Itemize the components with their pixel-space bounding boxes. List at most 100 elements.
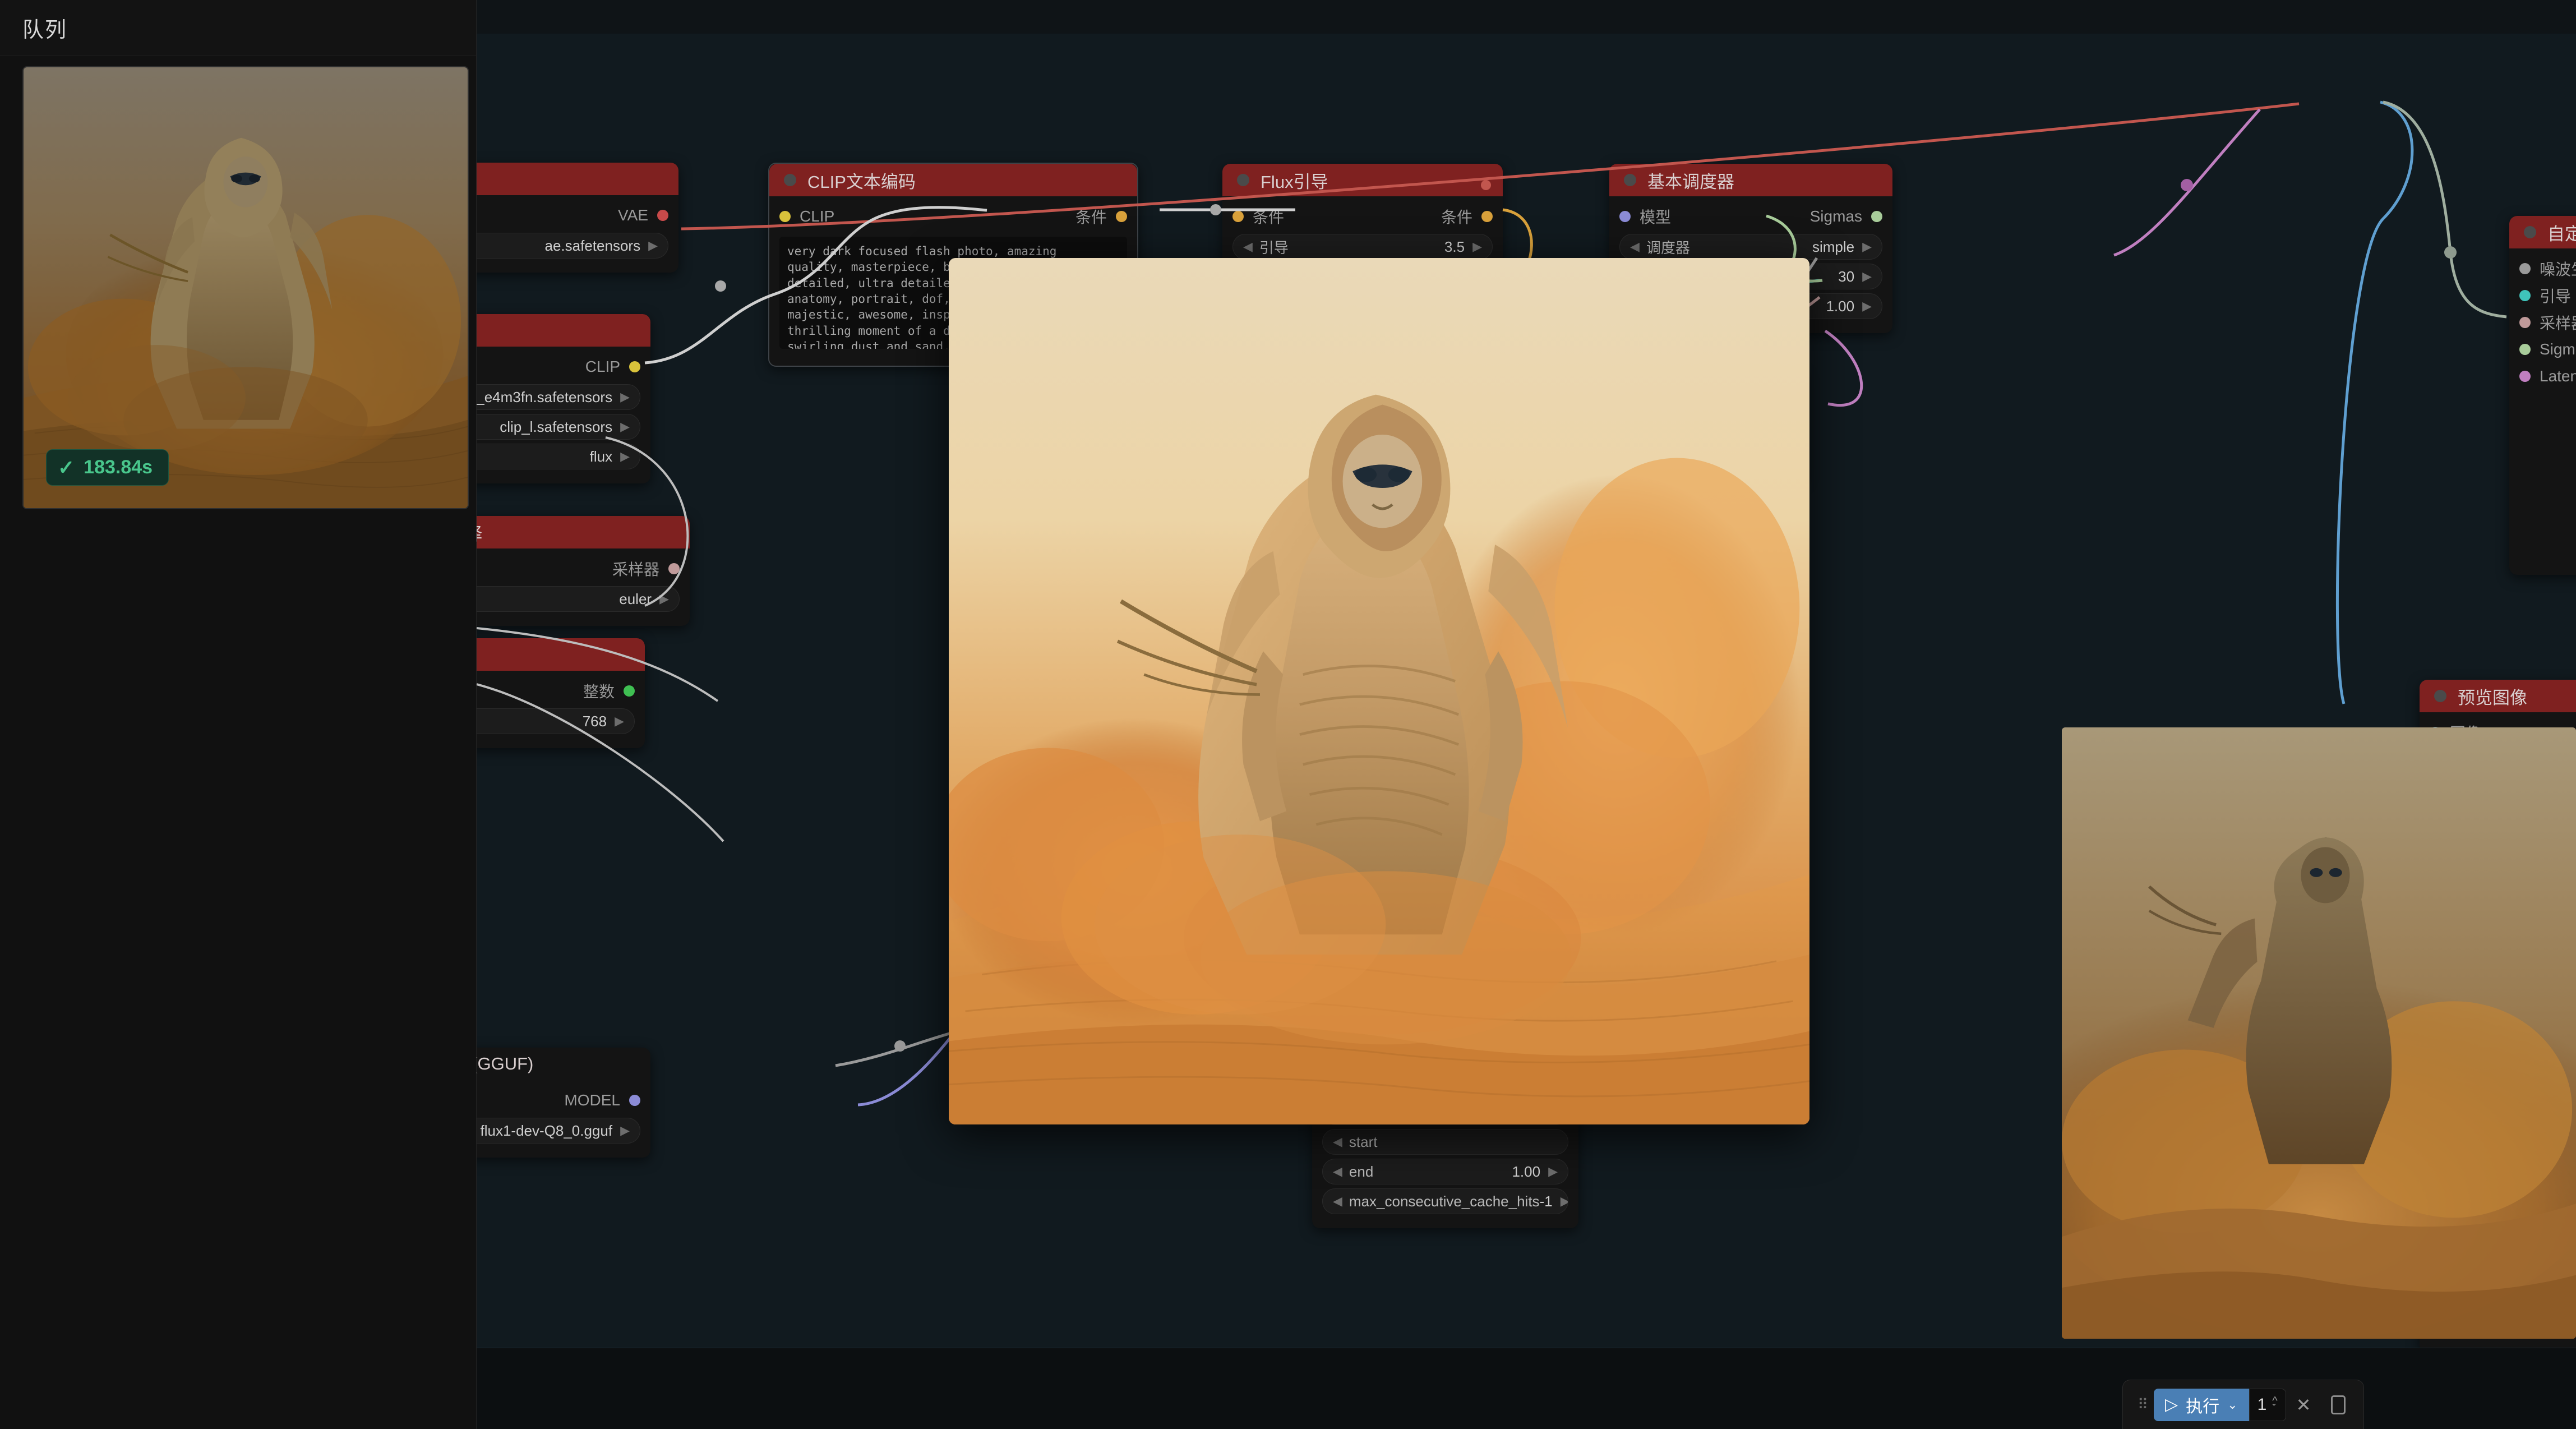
node-header[interactable]: 自定义采样器（高级） — [2509, 216, 2576, 248]
widget-end[interactable]: ◀ end 1.00 ▶ — [1322, 1159, 1568, 1184]
port-dot[interactable] — [624, 685, 635, 697]
chevron-right-icon[interactable]: ▶ — [1561, 1194, 1568, 1209]
widget-value: ae.safetensors — [544, 237, 641, 254]
chevron-right-icon[interactable]: ▶ — [615, 714, 624, 729]
chevron-right-icon[interactable]: ▶ — [620, 390, 630, 404]
port-dot[interactable] — [779, 211, 791, 222]
collapse-dot-icon[interactable] — [2434, 690, 2446, 702]
collapse-dot-icon[interactable] — [1237, 174, 1249, 186]
node-header[interactable]: Flux引导 — [1222, 164, 1503, 196]
stop-icon[interactable] — [2331, 1395, 2346, 1414]
port-dot[interactable] — [629, 361, 640, 372]
slot-label: 条件 — [1441, 209, 1472, 226]
widget-value: flux — [589, 448, 613, 465]
play-icon: ▷ — [2165, 1395, 2178, 1414]
queue-item-card[interactable]: ✓ 183.84s — [22, 66, 469, 509]
widget-value: simple — [1812, 238, 1855, 255]
drag-grip-icon[interactable]: ⠿ — [2131, 1397, 2154, 1412]
slot-label: Latent — [2540, 367, 2576, 385]
queue-sidebar: 队列 ✓ 183.84s — [0, 0, 477, 1429]
slot-label: 采样器 — [2540, 315, 2576, 332]
io-slot-row[interactable]: 引导 降噪输出 — [2509, 282, 2576, 309]
input-slot[interactable]: 采样器 — [2509, 309, 2576, 336]
widget-scheduler[interactable]: ◀ 调度器 simple ▶ — [1619, 234, 1882, 260]
io-slot-row[interactable]: CLIP 条件 — [769, 203, 1137, 230]
widget-max-consecutive-cache-hits[interactable]: ◀ max_consecutive_cache_hits -1 ▶ — [1322, 1188, 1568, 1214]
chevron-right-icon[interactable]: ▶ — [1862, 269, 1872, 284]
port-dot[interactable] — [2519, 317, 2531, 328]
chevron-left-icon[interactable]: ◀ — [1333, 1194, 1342, 1209]
node-title: 自定义采样器（高级） — [2547, 224, 2576, 244]
widget-label: 引导 — [1259, 239, 1289, 256]
chevron-right-icon[interactable]: ▶ — [620, 449, 630, 464]
node-header[interactable]: 基本调度器 — [1609, 164, 1892, 196]
port-dot[interactable] — [2519, 344, 2531, 355]
port-dot[interactable] — [629, 1095, 640, 1106]
port-dot[interactable] — [2519, 371, 2531, 382]
batch-count-stepper[interactable]: 1 ^ ˇ — [2249, 1388, 2286, 1421]
port-dot[interactable] — [668, 563, 680, 574]
chevron-right-icon[interactable]: ▶ — [1862, 239, 1872, 254]
widget-value: -1 — [1539, 1192, 1553, 1210]
slot-label: 条件 — [1075, 209, 1107, 226]
widget-label: end — [1349, 1163, 1374, 1180]
clear-queue-icon[interactable]: ✕ — [2286, 1394, 2321, 1416]
stepper-down-icon[interactable]: ˇ — [2272, 1403, 2277, 1414]
port-dot[interactable] — [1116, 211, 1127, 222]
widget-guidance[interactable]: ◀ 引导 3.5 ▶ — [1232, 234, 1493, 260]
stepper-arrows-icon[interactable]: ^ ˇ — [2272, 1395, 2277, 1414]
io-slot-row[interactable]: 条件 条件 — [1222, 203, 1503, 230]
widget-value: 768 — [582, 712, 607, 730]
port-dot[interactable] — [1232, 211, 1244, 222]
io-slot-row[interactable]: 噪波生成 输出 — [2509, 255, 2576, 282]
node-header[interactable]: 预览图像 — [2420, 680, 2576, 712]
queue-item-thumbnail[interactable] — [24, 67, 468, 508]
slot-label: 噪波生成 — [2540, 261, 2576, 278]
input-slot[interactable]: Sigmas — [2509, 336, 2576, 363]
chevron-right-icon[interactable]: ▶ — [1862, 299, 1872, 314]
port-dot[interactable] — [657, 210, 668, 221]
chevron-right-icon[interactable]: ▶ — [620, 1123, 630, 1138]
collapse-dot-icon[interactable] — [2524, 226, 2536, 238]
run-button[interactable]: ▷ 执行 ⌄ — [2154, 1388, 2249, 1421]
widget-value: 30 — [1838, 268, 1855, 285]
io-slot-row[interactable]: 模型 Sigmas — [1609, 203, 1892, 230]
collapse-dot-icon[interactable] — [784, 174, 796, 186]
chevron-right-icon[interactable]: ▶ — [659, 592, 669, 606]
sidebar-title: 队列 — [0, 0, 476, 56]
widget-label: max_consecutive_cache_hits — [1349, 1192, 1540, 1210]
widget-label: start — [1349, 1133, 1378, 1150]
node-custom-sampler-advanced[interactable]: 自定义采样器（高级） 噪波生成 输出 引导 降噪输出 — [2509, 216, 2576, 575]
node-flux-guidance[interactable]: Flux引导 条件 条件 ◀ 引导 3.5 ▶ — [1222, 164, 1503, 274]
slot-label: 整数 — [583, 683, 615, 700]
port-dot[interactable] — [1619, 211, 1631, 222]
input-slot[interactable]: Latent — [2509, 363, 2576, 390]
chevron-left-icon[interactable]: ◀ — [1333, 1164, 1342, 1179]
port-dot[interactable] — [1481, 211, 1493, 222]
node-title: 预览图像 — [2458, 688, 2527, 708]
image-lightbox-preview[interactable] — [949, 258, 1809, 1124]
widget-value: flux1-dev-Q8_0.gguf — [480, 1122, 613, 1139]
node-body: 噪波生成 输出 引导 降噪输出 采样器 — [2509, 248, 2576, 400]
widget-label: 调度器 — [1646, 239, 1690, 256]
collapse-dot-icon[interactable] — [1624, 174, 1636, 186]
chevron-right-icon[interactable]: ▶ — [620, 420, 630, 434]
comfyui-app: VAE ae.safetensors ▶ CLIP xl_fp8_e4m3fn.… — [0, 0, 2576, 1429]
chevron-down-icon[interactable]: ⌄ — [2227, 1398, 2237, 1412]
chevron-left-icon[interactable]: ◀ — [1243, 239, 1253, 254]
node-header[interactable]: CLIP文本编码 — [769, 164, 1137, 196]
run-toolbar[interactable]: ⠿ ▷ 执行 ⌄ 1 ^ ˇ ✕ — [2122, 1380, 2365, 1429]
chevron-right-icon[interactable]: ▶ — [1548, 1164, 1558, 1179]
slot-label: 引导 — [2540, 288, 2572, 305]
chevron-right-icon[interactable]: ▶ — [648, 238, 658, 253]
widget-start[interactable]: ◀ start — [1322, 1129, 1568, 1155]
chevron-left-icon[interactable]: ◀ — [1333, 1135, 1342, 1149]
port-dot[interactable] — [1871, 211, 1882, 222]
chevron-left-icon[interactable]: ◀ — [1630, 239, 1640, 254]
slot-label: VAE — [618, 206, 648, 224]
check-icon: ✓ — [58, 455, 75, 479]
chevron-right-icon[interactable]: ▶ — [1472, 239, 1482, 254]
port-dot[interactable] — [2519, 263, 2531, 274]
widget-value: 1.00 — [1826, 297, 1855, 315]
port-dot[interactable] — [2519, 290, 2531, 301]
